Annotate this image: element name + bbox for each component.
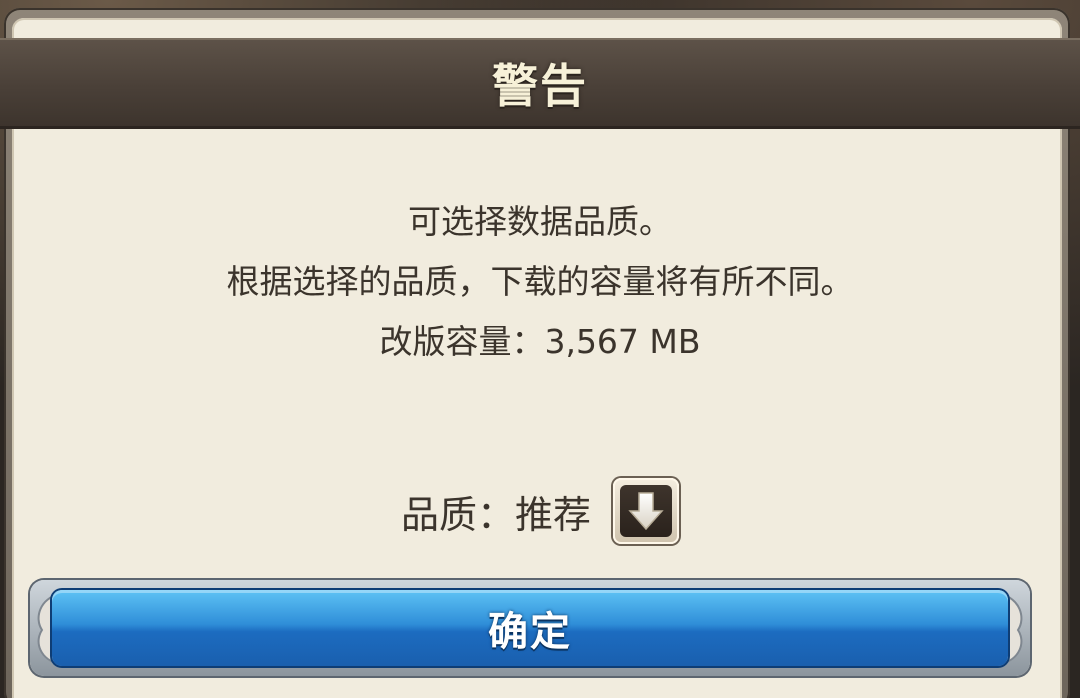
dialog-message: 可选择数据品质。 根据选择的品质，下载的容量将有所不同。 改版容量：3,567 … (0, 192, 1080, 372)
dialog-title: 警告 (492, 59, 588, 113)
message-line-3: 改版容量：3,567 MB (379, 322, 701, 361)
quality-label: 品质：推荐 (400, 492, 591, 537)
quality-dropdown-button[interactable] (613, 478, 679, 544)
confirm-button[interactable]: 确定 (52, 590, 1008, 666)
message-line-2: 根据选择的品质，下载的容量将有所不同。 (226, 262, 854, 301)
message-line-1: 可选择数据品质。 (408, 202, 672, 241)
confirm-button-frame: 确定 (30, 580, 1030, 676)
confirm-button-label: 确定 (488, 609, 572, 655)
dialog-title-bar: 警告 (0, 38, 1080, 129)
game-screen: 警告 可选择数据品质。 根据选择的品质，下载的容量将有所不同。 改版容量：3,5… (0, 0, 1080, 698)
quality-selector: 品质：推荐 (0, 476, 1080, 546)
down-arrow-icon (620, 485, 672, 537)
